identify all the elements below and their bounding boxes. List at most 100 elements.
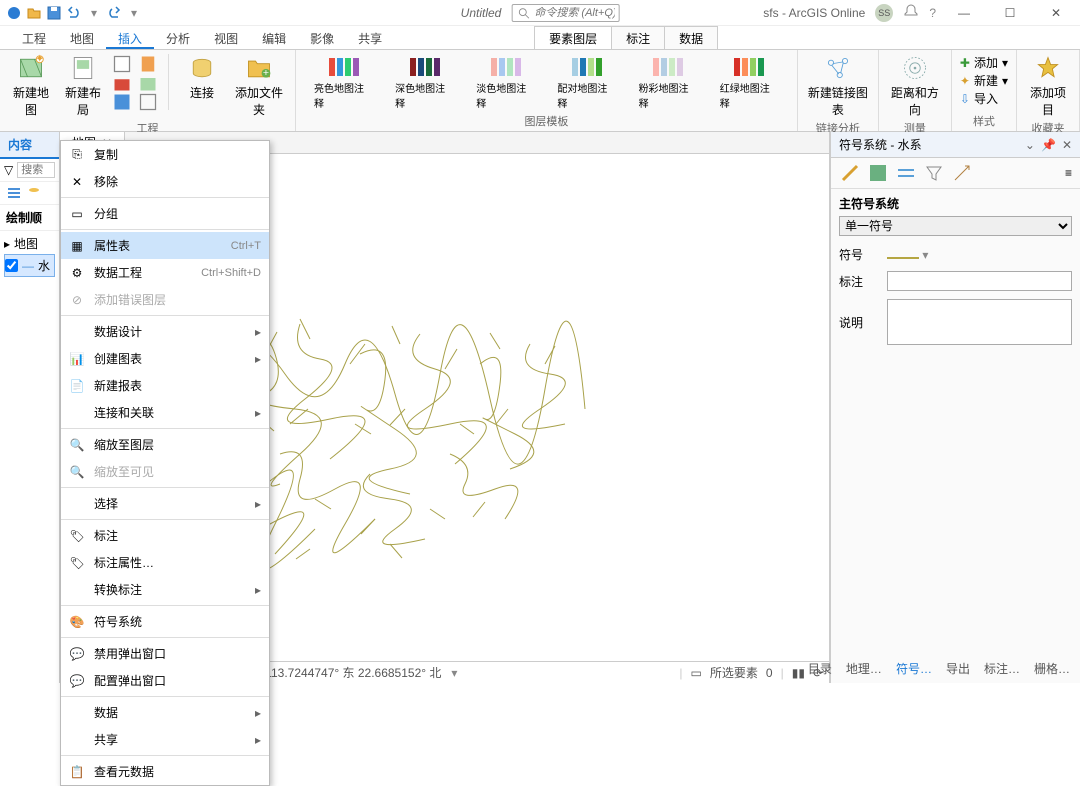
chevron-down-icon[interactable]: ▾ [86,5,102,21]
redo-icon[interactable] [106,5,122,21]
ctx-数据工程[interactable]: ⚙数据工程Ctrl+Shift+D [61,259,269,286]
tree-layer-water[interactable]: —水 [4,254,55,277]
description-input[interactable] [887,299,1072,345]
task-icon[interactable] [112,92,132,108]
symbol-layer-icon[interactable] [895,162,917,184]
new-link-chart-button[interactable]: 新建链接图表 [806,54,870,118]
minimize-button[interactable]: — [946,1,982,25]
tab-edit[interactable]: 编辑 [250,26,298,49]
new-map-button[interactable]: ✦ 新建地图 [8,54,54,118]
ctx-移除[interactable]: ✕移除 [61,168,269,195]
footer-tab-symbology[interactable]: 符号… [892,658,936,679]
ctx-禁用弹出窗口[interactable]: 💬禁用弹出窗口 [61,640,269,667]
ctx-查看元数据[interactable]: 📋查看元数据 [61,758,269,785]
new-layout-button[interactable]: 新建布局 [60,54,106,118]
annotation-input[interactable] [887,271,1072,291]
ctx-新建报表[interactable]: 📄新建报表 [61,372,269,399]
help-icon[interactable]: ? [929,6,936,20]
save-icon[interactable] [46,5,62,21]
footer-tab-label[interactable]: 标注… [980,658,1024,679]
open-icon[interactable] [26,5,42,21]
gallery-item-dark[interactable]: 深色地图注释 [395,58,454,110]
tab-map[interactable]: 地图 [58,26,106,49]
filter-icon[interactable] [923,162,945,184]
chevron-down-icon[interactable]: ▾ [126,5,142,21]
ctx-配置弹出窗口[interactable]: 💬配置弹出窗口 [61,667,269,694]
notification-icon[interactable] [903,3,919,22]
list-by-drawing-icon[interactable] [6,185,22,201]
ctx-属性表[interactable]: ▦属性表Ctrl+T [61,232,269,259]
ctx-连接和关联[interactable]: 连接和关联▸ [61,399,269,426]
selection-icon[interactable]: ▭ [691,666,702,680]
subtab-data[interactable]: 数据 [665,27,717,49]
vary-symbology-icon[interactable] [867,162,889,184]
gallery-item-paired[interactable]: 配对地图注释 [557,58,616,110]
blank-icon [69,732,85,748]
import-style-button[interactable]: ⇩导入 [960,90,1008,107]
dock-icon[interactable]: ⌄ [1025,138,1035,152]
ctx-标注[interactable]: 🏷标注 [61,522,269,549]
report-icon[interactable] [112,54,132,70]
ctx-共享[interactable]: 共享▸ [61,726,269,753]
maximize-button[interactable]: ☐ [992,1,1028,25]
tab-project[interactable]: 工程 [10,26,58,49]
footer-tab-export[interactable]: 导出 [942,658,974,679]
tab-share[interactable]: 共享 [346,26,394,49]
chevron-down-icon[interactable]: ▾ [451,666,457,680]
tab-view[interactable]: 视图 [202,26,250,49]
add-folder-button[interactable]: + 添加文件夹 [231,54,287,118]
ctx-符号系统[interactable]: 🎨符号系统 [61,608,269,635]
ctx-创建图表[interactable]: 📊创建图表▸ [61,345,269,372]
ctx-转换标注[interactable]: 转换标注▸ [61,576,269,603]
ribbon-tabs: 工程 地图 插入 分析 视图 编辑 影像 共享 要素图层 标注 数据 [0,26,1080,50]
filter-icon[interactable]: ▽ [4,163,13,177]
ctx-选择[interactable]: 选择▸ [61,490,269,517]
user-avatar[interactable]: SS [875,4,893,22]
undo-icon[interactable] [66,5,82,21]
list-by-source-icon[interactable] [26,185,42,201]
gallery-item-redgreen[interactable]: 红绿地图注释 [720,58,779,110]
import-map-icon[interactable] [138,73,158,89]
new-style-button[interactable]: ✦新建 ▾ [960,72,1008,89]
menu-icon[interactable]: ≡ [1065,166,1072,180]
ctx-分组[interactable]: ▭分组 [61,200,269,227]
tab-analysis[interactable]: 分析 [154,26,202,49]
symbology-type-select[interactable]: 单一符号 [839,216,1072,236]
scale-icon[interactable] [951,162,973,184]
close-button[interactable]: ✕ [1038,1,1074,25]
footer-tab-raster[interactable]: 栅格… [1030,658,1074,679]
connections-button[interactable]: 连接 [179,54,225,101]
ctx-标注属性[interactable]: 🏷标注属性… [61,549,269,576]
add-favorite-button[interactable]: 添加项目 [1025,54,1071,118]
subtab-labeling[interactable]: 标注 [612,27,665,49]
subtab-feature-layer[interactable]: 要素图层 [535,27,612,49]
tree-map-node[interactable]: ▸地图 [4,233,55,254]
primary-symbology-icon[interactable] [839,162,861,184]
ctx-复制[interactable]: ⎘复制 [61,141,269,168]
tab-imagery[interactable]: 影像 [298,26,346,49]
toolbox-icon[interactable] [112,73,132,89]
account-label[interactable]: sfs - ArcGIS Online [763,6,865,20]
notebook-icon[interactable] [138,54,158,70]
ctx-数据[interactable]: 数据▸ [61,699,269,726]
gallery-item-pastel[interactable]: 粉彩地图注释 [639,58,698,110]
command-search-input[interactable] [534,7,614,19]
ctx-缩放至图层[interactable]: 🔍缩放至图层 [61,431,269,458]
gallery-item-bright[interactable]: 亮色地图注释 [314,58,373,110]
blank-icon [69,705,85,721]
footer-tab-catalog[interactable]: 目录 [804,658,836,679]
symbol-preview[interactable]: ▾ [887,248,1072,262]
layer-visibility-checkbox[interactable] [5,259,18,272]
ctx-item-label: 共享 [94,731,118,748]
contents-search-input[interactable] [17,162,55,178]
gallery-item-light[interactable]: 淡色地图注释 [476,58,535,110]
pin-icon[interactable]: 📌 [1041,138,1056,152]
layout-icon[interactable] [138,92,158,108]
add-style-button[interactable]: ✚添加 ▾ [960,54,1008,71]
tab-insert[interactable]: 插入 [106,26,154,49]
close-pane-icon[interactable]: ✕ [1062,138,1072,152]
footer-tab-geoproc[interactable]: 地理… [842,658,886,679]
command-search[interactable] [511,4,619,22]
ctx-数据设计[interactable]: 数据设计▸ [61,318,269,345]
distance-direction-button[interactable]: 距离和方向 [887,54,943,118]
